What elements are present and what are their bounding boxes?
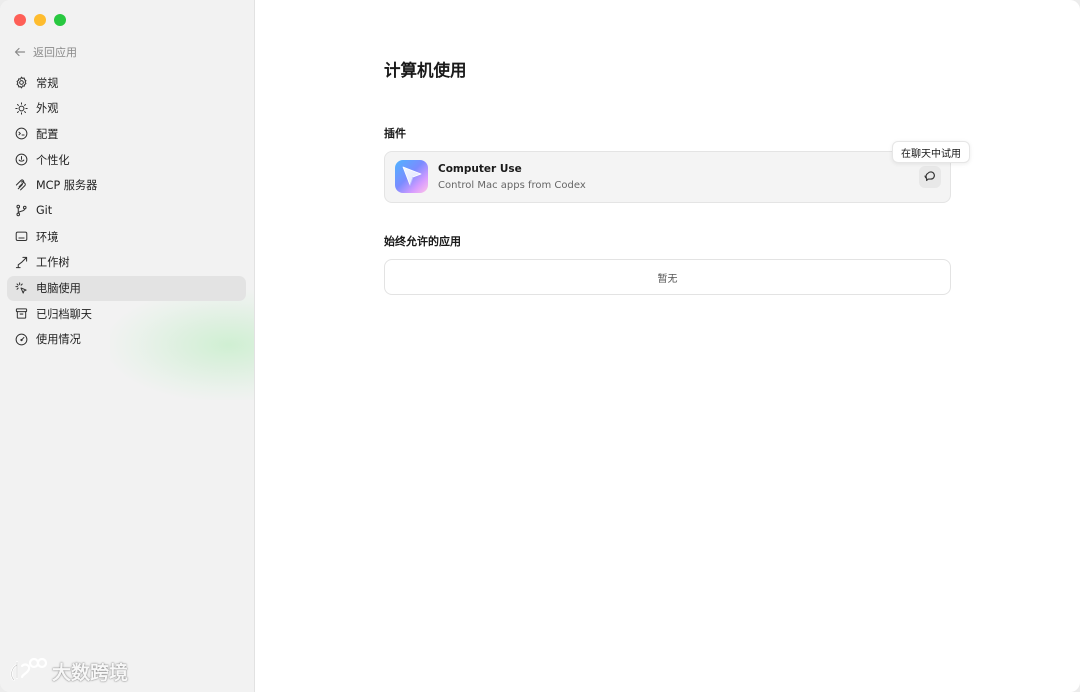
sidebar-item-label: 电脑使用 [36, 282, 81, 295]
watermark-logo-icon [10, 657, 48, 682]
sidebar-item-config[interactable]: 配置 [7, 121, 246, 146]
window-controls [14, 14, 66, 26]
allowed-apps-list: 暂无 [384, 259, 951, 295]
settings-nav: 常规 外观 配置 个性化 MCP 服务器 Git 环境 工作树 电脑使用 已归档… [7, 70, 246, 353]
sidebar-item-personalize[interactable]: 个性化 [7, 147, 246, 172]
watermark-text: 大数跨境 [52, 661, 129, 684]
watermark: 大数跨境 [8, 654, 128, 688]
try-in-chat-tooltip: 在聊天中试用 [892, 141, 970, 163]
sidebar-item-usage[interactable]: 使用情况 [7, 327, 246, 352]
chat-bubbles-icon [924, 171, 935, 182]
plugins-section-label: 插件 [384, 127, 406, 140]
minimize-window-button[interactable] [34, 14, 46, 26]
arrow-left-icon [14, 47, 26, 57]
sidebar-item-appearance[interactable]: 外观 [7, 96, 246, 121]
plugin-name: Computer Use [438, 163, 522, 175]
computer-use-app-icon [395, 160, 428, 193]
gauge-icon [15, 333, 28, 346]
git-branch-icon [15, 204, 28, 217]
monitor-icon [15, 230, 28, 243]
maximize-window-button[interactable] [54, 14, 66, 26]
sidebar-item-git[interactable]: Git [7, 198, 246, 223]
worktree-icon [15, 256, 28, 269]
sidebar-item-label: 常规 [36, 76, 59, 90]
allowed-apps-section-label: 始终允许的应用 [384, 235, 461, 248]
sidebar-item-environment[interactable]: 环境 [7, 224, 246, 249]
sidebar-item-label: Git [36, 204, 53, 218]
allowed-apps-empty-text: 暂无 [657, 273, 678, 285]
personalize-icon [15, 153, 28, 166]
sidebar-item-general[interactable]: 常规 [7, 70, 246, 95]
sun-icon [15, 102, 28, 115]
plugin-card-computer-use[interactable]: Computer Use Control Mac apps from Codex [384, 151, 951, 203]
close-window-button[interactable] [14, 14, 26, 26]
sidebar-item-label: 使用情况 [36, 333, 81, 347]
page-title: 计算机使用 [384, 61, 467, 80]
mcp-icon [15, 179, 28, 192]
sidebar-item-label: MCP 服务器 [36, 179, 98, 193]
sidebar-item-label: 环境 [36, 230, 59, 244]
cursor-sparkle-icon [15, 281, 28, 295]
sidebar-item-label: 个性化 [36, 153, 70, 167]
sidebar-item-label: 工作树 [36, 256, 70, 270]
plugin-description: Control Mac apps from Codex [438, 180, 586, 191]
settings-window: 返回应用 常规 外观 配置 个性化 MCP 服务器 Git 环境 工作树 电脑使… [0, 0, 1080, 692]
sidebar-item-mcp[interactable]: MCP 服务器 [7, 173, 246, 198]
config-icon [15, 127, 28, 140]
main-panel: 计算机使用 插件 Computer Use Control Mac apps f… [254, 0, 1080, 692]
sidebar: 返回应用 常规 外观 配置 个性化 MCP 服务器 Git 环境 工作树 电脑使… [0, 0, 280, 692]
back-label: 返回应用 [33, 46, 77, 59]
sidebar-item-computer-use[interactable]: 电脑使用 [7, 275, 246, 301]
archive-icon [15, 307, 28, 320]
sidebar-item-label: 已归档聊天 [36, 307, 92, 321]
sidebar-item-archived-chats[interactable]: 已归档聊天 [7, 301, 246, 326]
gear-icon [15, 76, 28, 89]
sidebar-item-label: 配置 [36, 127, 59, 141]
try-in-chat-button[interactable] [919, 166, 941, 188]
sidebar-item-worktree[interactable]: 工作树 [7, 250, 246, 275]
back-to-app-link[interactable]: 返回应用 [14, 43, 77, 61]
sidebar-item-label: 外观 [36, 102, 59, 116]
